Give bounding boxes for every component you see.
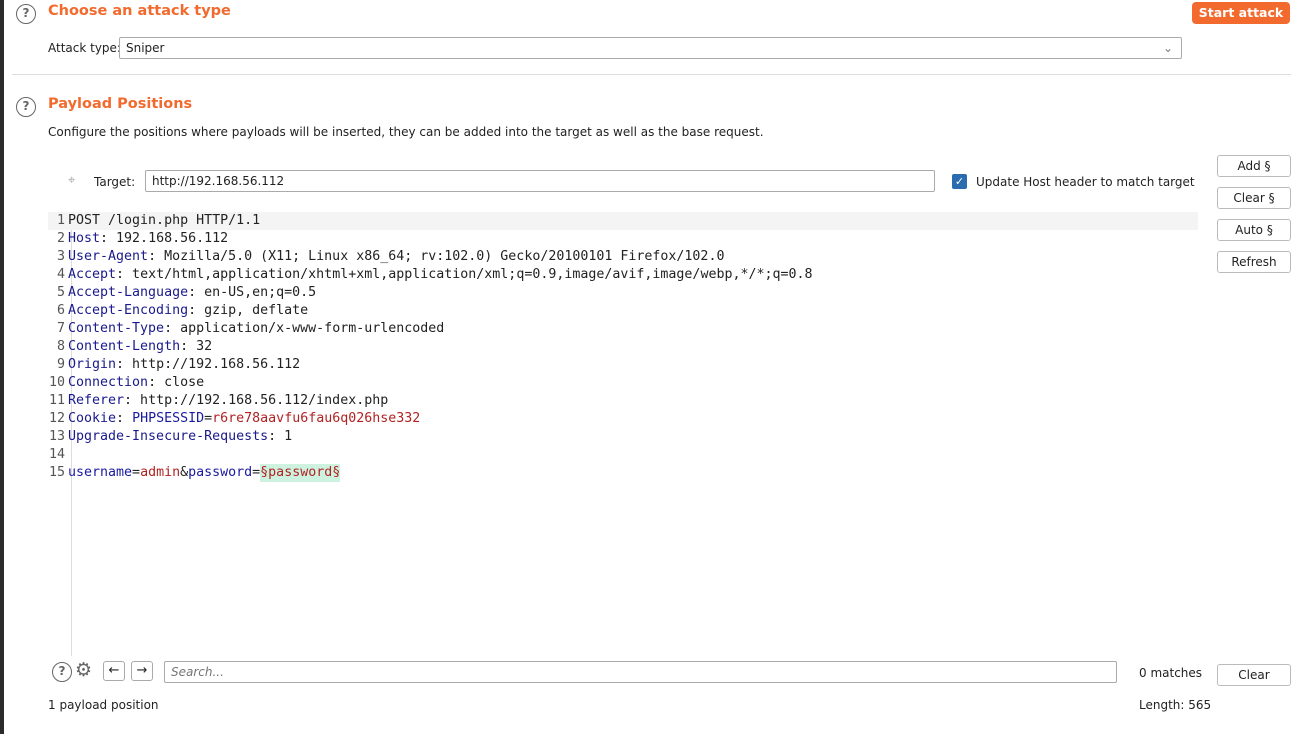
line-number: 5 <box>56 285 65 300</box>
auto-markers-button[interactable]: Auto § <box>1217 219 1291 241</box>
line-number: 13 <box>48 429 65 444</box>
search-input[interactable] <box>164 661 1117 683</box>
line-number: 8 <box>56 339 65 354</box>
line-number: 6 <box>56 303 65 318</box>
add-marker-button[interactable]: Add § <box>1217 155 1291 177</box>
attack-type-value: Sniper <box>126 41 165 55</box>
request-line: 2 Host: 192.168.56.112 <box>48 230 1198 248</box>
request-token: User-Agent <box>68 249 149 264</box>
request-token: = <box>204 411 213 426</box>
refresh-button[interactable]: Refresh <box>1217 251 1291 273</box>
request-token: = <box>252 465 261 480</box>
request-line: 12 Cookie: PHPSESSID = r6re78aavfu6fau6q026… <box>48 410 1198 428</box>
request-token: : en-US,en;q=0.5 <box>188 285 317 300</box>
request-token: Accept <box>68 267 117 282</box>
target-input[interactable]: http://192.168.56.112 <box>145 170 935 192</box>
request-line: 5 Accept-Language: en-US,en;q=0.5 <box>48 284 1198 302</box>
request-length: Length: 565 <box>1139 698 1212 712</box>
request-editor[interactable]: 1 POST /login.php HTTP/1.1 2 Host: 192.168.… <box>48 212 1198 482</box>
help-icon[interactable]: ? <box>52 662 72 682</box>
target-value: http://192.168.56.112 <box>152 174 285 188</box>
help-icon[interactable]: ? <box>16 4 36 24</box>
line-number: 10 <box>48 375 65 390</box>
request-token: : <box>116 411 133 426</box>
request-token: = <box>132 465 141 480</box>
request-token: Upgrade-Insecure-Requests <box>68 429 269 444</box>
request-token: : text/html,application/xhtml+xml,applic… <box>116 267 813 282</box>
attack-type-select[interactable]: Sniper ⌄ <box>119 37 1182 59</box>
payload-positions-description: Configure the positions where payloads w… <box>48 125 764 139</box>
request-token: Referer <box>68 393 125 408</box>
request-token: : 1 <box>268 429 293 444</box>
update-host-label: Update Host header to match target <box>976 175 1195 189</box>
divider <box>12 74 1291 75</box>
request-token: : close <box>148 375 205 390</box>
line-number: 15 <box>48 465 65 480</box>
target-label: Target: <box>94 175 136 189</box>
request-line: 7 Content-Type: application/x-www-form-ur… <box>48 320 1198 338</box>
request-token: Cookie <box>68 411 117 426</box>
request-token: r6re78aavfu6fau6q026hse332 <box>212 411 421 426</box>
request-token: Accept-Encoding <box>68 303 189 318</box>
request-token: Origin <box>68 357 117 372</box>
request-token: Content-Length <box>68 339 181 354</box>
clear-markers-button[interactable]: Clear § <box>1217 187 1291 209</box>
line-number: 7 <box>56 321 65 336</box>
line-number: 11 <box>48 393 65 408</box>
request-token: Accept-Language <box>68 285 189 300</box>
request-token: Connection <box>68 375 149 390</box>
previous-match-button[interactable]: ← <box>103 661 125 681</box>
request-line: 11 Referer: http://192.168.56.112/index.p… <box>48 392 1198 410</box>
payload-position-count: 1 payload position <box>48 698 159 712</box>
request-token: POST /login.php HTTP/1.1 <box>68 213 261 228</box>
request-line: 10 Connection: close <box>48 374 1198 392</box>
line-number: 14 <box>48 447 65 462</box>
request-token: : 32 <box>180 339 213 354</box>
line-number: 12 <box>48 411 65 426</box>
match-count: 0 matches <box>1139 666 1203 680</box>
line-number: 4 <box>56 267 65 282</box>
payload-marker: §password§ <box>260 464 341 482</box>
update-host-checkbox[interactable]: ✓ <box>952 174 967 189</box>
request-line: 6 Accept-Encoding: gzip, deflate <box>48 302 1198 320</box>
request-line: 1 POST /login.php HTTP/1.1 <box>48 212 1198 230</box>
request-token: & <box>180 465 189 480</box>
request-token: : gzip, deflate <box>188 303 309 318</box>
request-line: 9 Origin: http://192.168.56.112 <box>48 356 1198 374</box>
request-token: password <box>188 465 253 480</box>
chevron-down-icon: ⌄ <box>1162 41 1173 55</box>
line-number: 3 <box>56 249 65 264</box>
request-token: : application/x-www-form-urlencoded <box>164 321 445 336</box>
request-line: 3 User-Agent: Mozilla/5.0 (X11; Linux x86… <box>48 248 1198 266</box>
gear-icon[interactable]: ⚙ <box>75 659 92 681</box>
request-token: : http://192.168.56.112 <box>116 357 301 372</box>
request-line: 13 Upgrade-Insecure-Requests: 1 <box>48 428 1198 446</box>
request-token: Content-Type <box>68 321 165 336</box>
request-line: 8 Content-Length: 32 <box>48 338 1198 356</box>
target-icon: ⌖ <box>68 173 76 188</box>
request-line: 15 username = admin & password = §password§ <box>48 464 1198 482</box>
request-token: : Mozilla/5.0 (X11; Linux x86_64; rv:102… <box>148 249 725 264</box>
request-line: 4 Accept: text/html,application/xhtml+xml… <box>48 266 1198 284</box>
line-number: 1 <box>56 213 65 228</box>
help-icon[interactable]: ? <box>16 97 36 117</box>
request-token: : http://192.168.56.112/index.php <box>124 393 389 408</box>
attack-type-label: Attack type: <box>48 41 121 55</box>
next-match-button[interactable]: → <box>131 661 153 681</box>
request-token: PHPSESSID <box>132 411 205 426</box>
clear-search-button[interactable]: Clear <box>1217 664 1291 686</box>
request-token: admin <box>140 465 181 480</box>
payload-positions-heading: Payload Positions <box>48 96 193 112</box>
attack-type-heading: Choose an attack type <box>48 3 231 19</box>
request-line: 14 <box>48 446 1198 464</box>
start-attack-button[interactable]: Start attack <box>1192 2 1290 24</box>
request-token: Host <box>68 231 101 246</box>
line-number: 2 <box>56 231 65 246</box>
request-token: username <box>68 465 133 480</box>
line-number: 9 <box>56 357 65 372</box>
request-token: : 192.168.56.112 <box>100 231 229 246</box>
window-edge <box>0 0 4 734</box>
